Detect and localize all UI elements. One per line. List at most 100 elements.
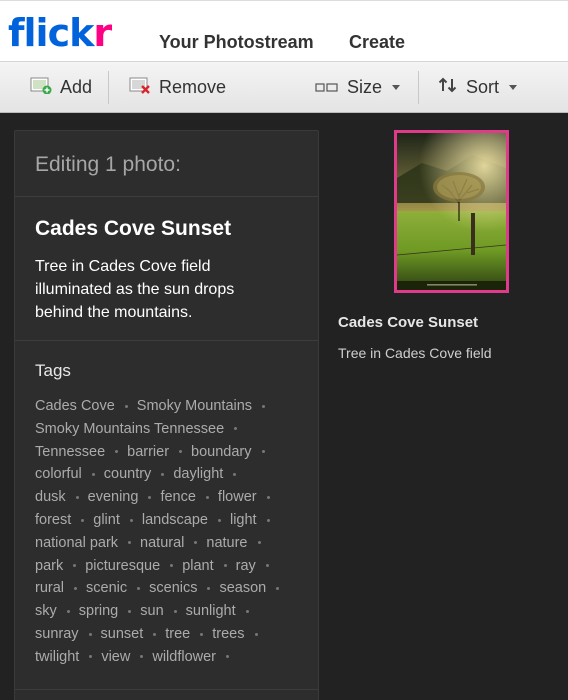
logo-text-accent: r xyxy=(93,11,112,55)
tag-separator xyxy=(257,541,261,545)
thumbnail-title: Cades Cove Sunset xyxy=(338,314,479,331)
tag[interactable]: Smoky Mountains Tennessee xyxy=(35,421,224,437)
tag-line: dusk evening fence flower xyxy=(35,486,305,509)
remove-label: Remove xyxy=(159,76,227,97)
tag[interactable]: flower xyxy=(218,489,257,505)
tag[interactable]: wildflower xyxy=(152,649,216,665)
tag[interactable]: plant xyxy=(182,558,213,574)
tag[interactable]: fence xyxy=(160,489,195,505)
tag[interactable]: Smoky Mountains xyxy=(137,398,252,414)
tag-separator xyxy=(75,495,79,499)
remove-button[interactable]: Remove xyxy=(129,62,226,112)
flickr-logo[interactable]: flickr xyxy=(8,11,112,55)
tag-separator xyxy=(233,473,237,477)
add-photo-icon xyxy=(30,76,52,99)
tag-line: sky spring sun sunlight xyxy=(35,600,305,623)
panel-divider xyxy=(15,689,318,690)
tag-separator xyxy=(266,518,270,522)
tag[interactable]: picturesque xyxy=(85,558,160,574)
nav-your-photostream[interactable]: Your Photostream xyxy=(159,32,314,53)
tag-separator xyxy=(74,587,78,591)
tag-separator xyxy=(91,473,95,477)
toolbar-divider xyxy=(418,71,419,104)
tag[interactable]: trees xyxy=(212,626,244,642)
tag-line: forest glint landscape light xyxy=(35,509,305,532)
tag[interactable]: spring xyxy=(79,603,119,619)
tag[interactable]: daylight xyxy=(173,466,223,482)
tag[interactable]: nature xyxy=(206,535,247,551)
tag[interactable]: tree xyxy=(165,626,190,642)
tag[interactable]: dusk xyxy=(35,489,66,505)
tag-separator xyxy=(129,518,133,522)
size-icon xyxy=(315,77,339,98)
organizr-toolbar: Add Remove Size Sort xyxy=(0,61,568,113)
tag[interactable]: view xyxy=(101,649,130,665)
tag-line: park picturesque plant ray xyxy=(35,555,305,578)
tag-separator xyxy=(262,404,266,408)
tag-separator xyxy=(226,655,230,659)
tag-separator xyxy=(153,632,157,636)
tag[interactable]: glint xyxy=(93,512,120,528)
top-nav-bar: flickr Your Photostream Create xyxy=(0,0,568,61)
tag[interactable]: natural xyxy=(140,535,184,551)
tag-separator xyxy=(234,427,238,431)
tag[interactable]: national park xyxy=(35,535,118,551)
tag-separator xyxy=(261,450,265,454)
logo-text: flick xyxy=(8,11,94,55)
add-label: Add xyxy=(60,76,93,97)
tag[interactable]: forest xyxy=(35,512,71,528)
tag[interactable]: sky xyxy=(35,603,57,619)
photo-description[interactable]: Tree in Cades Cove field illuminated as … xyxy=(35,255,285,324)
tag[interactable]: park xyxy=(35,558,63,574)
tag[interactable]: scenics xyxy=(149,580,197,596)
tags-section: Tags Cades Cove Smoky Mountains Smoky Moun… xyxy=(15,341,318,700)
chevron-down-icon xyxy=(509,84,518,90)
tag[interactable]: scenic xyxy=(86,580,127,596)
tag[interactable]: sunset xyxy=(101,626,144,642)
sort-label: Sort xyxy=(466,76,500,97)
tag-line: rural scenic scenics season xyxy=(35,577,305,600)
size-label: Size xyxy=(347,76,383,97)
tag-separator xyxy=(265,564,269,568)
tag[interactable]: barrier xyxy=(127,444,169,460)
tag[interactable]: light xyxy=(230,512,257,528)
edit-panel: Editing 1 photo: Cades Cove Sunset Tree … xyxy=(14,130,319,700)
tag[interactable]: landscape xyxy=(142,512,208,528)
editing-heading: Editing 1 photo: xyxy=(35,153,181,176)
edit-panel-header: Editing 1 photo: xyxy=(15,131,318,197)
selected-photo-thumbnail[interactable] xyxy=(394,130,509,293)
tag-separator xyxy=(276,587,280,591)
tag-separator xyxy=(137,587,141,591)
tag-separator xyxy=(128,609,132,613)
tag-separator xyxy=(266,495,270,499)
tag[interactable]: Tennessee xyxy=(35,444,105,460)
sort-dropdown[interactable]: Sort xyxy=(438,62,518,112)
tag-separator xyxy=(148,495,152,499)
tag[interactable]: boundary xyxy=(191,444,251,460)
tag[interactable]: country xyxy=(104,466,152,482)
tag-line: national park natural nature xyxy=(35,532,305,555)
tag[interactable]: colorful xyxy=(35,466,82,482)
tag[interactable]: twilight xyxy=(35,649,79,665)
tag-line: twilight view wildflower xyxy=(35,646,305,669)
tag-separator xyxy=(115,450,119,454)
photo-title[interactable]: Cades Cove Sunset xyxy=(35,217,231,241)
nav-create[interactable]: Create xyxy=(349,32,405,53)
tag[interactable]: sunray xyxy=(35,626,79,642)
tag[interactable]: rural xyxy=(35,580,64,596)
tag-separator xyxy=(207,587,211,591)
photo-image xyxy=(397,133,506,290)
tag[interactable]: Cades Cove xyxy=(35,398,115,414)
tag-line: Smoky Mountains Tennessee xyxy=(35,418,305,441)
thumbnail-description: Tree in Cades Cove field xyxy=(338,345,492,361)
tag[interactable]: season xyxy=(219,580,266,596)
tag-line: colorful country daylight xyxy=(35,463,305,486)
tag[interactable]: sun xyxy=(140,603,163,619)
tag[interactable]: ray xyxy=(236,558,256,574)
toolbar-divider xyxy=(108,71,109,104)
tag[interactable]: sunlight xyxy=(186,603,236,619)
size-dropdown[interactable]: Size xyxy=(315,62,401,112)
add-button[interactable]: Add xyxy=(30,62,92,112)
tag-separator xyxy=(124,404,128,408)
tag[interactable]: evening xyxy=(88,489,139,505)
